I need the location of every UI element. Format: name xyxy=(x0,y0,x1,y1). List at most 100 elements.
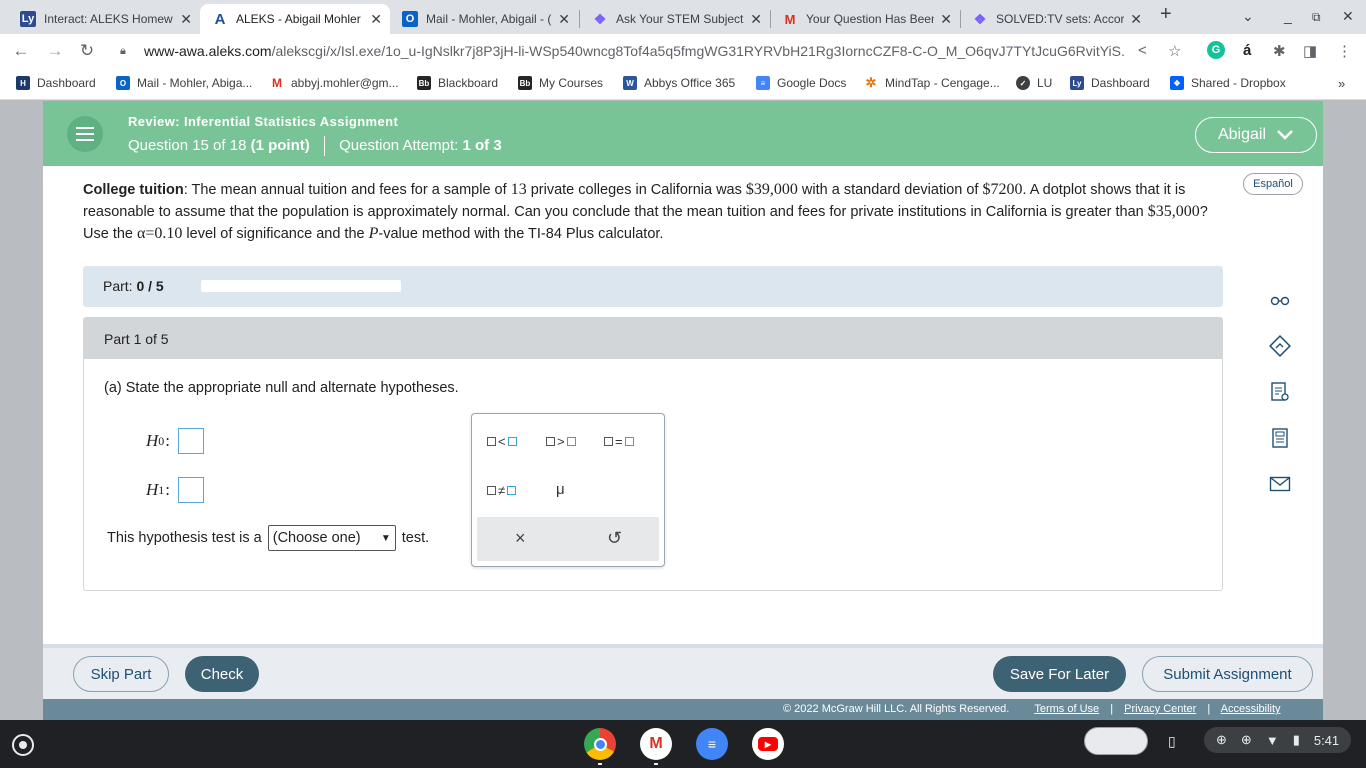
more-bookmarks-icon[interactable]: » xyxy=(1338,76,1345,91)
hamburger-menu-icon[interactable] xyxy=(67,116,103,152)
share-icon[interactable]: < xyxy=(1138,42,1147,59)
status-area[interactable]: ⊕ ⊕ ▼ ▮ 5:41 xyxy=(1204,727,1352,753)
h0-answer-box[interactable] xyxy=(178,428,205,454)
part-instruction: (a) State the appropriate null and alter… xyxy=(104,380,459,396)
tab-aleks-active[interactable]: A ALEKS - Abigail Mohler ✕ xyxy=(200,4,390,34)
docs-icon: ≡ xyxy=(756,76,770,90)
address-bar[interactable]: 🔒︎ www-awa.aleks.com/alekscgi/x/Isl.exe/… xyxy=(110,37,1194,65)
close-icon[interactable]: ✕ xyxy=(750,11,762,28)
user-menu-button[interactable]: Abigail xyxy=(1195,117,1317,153)
tab-aleks-home[interactable]: Ly Interact: ALEKS Homew ✕ xyxy=(8,4,200,34)
dashboard-icon: H xyxy=(16,76,30,90)
clear-icon[interactable]: × xyxy=(515,528,526,549)
aleks-a-icon: A xyxy=(214,10,226,28)
new-tab-icon[interactable]: + xyxy=(1160,3,1172,26)
browser-toolbar: ← → ↻ 🔒︎ www-awa.aleks.com/alekscgi/x/Is… xyxy=(0,34,1366,68)
tab-strip: Ly Interact: ALEKS Homew ✕ A ALEKS - Abi… xyxy=(0,0,1366,34)
add-icon: ⊕ xyxy=(1216,732,1227,747)
greater-than-key[interactable]: > xyxy=(546,434,576,449)
submit-assignment-button[interactable]: Submit Assignment xyxy=(1142,656,1313,692)
window-close-icon[interactable]: ✕ xyxy=(1342,8,1354,25)
save-for-later-button[interactable]: Save For Later xyxy=(993,656,1126,692)
url-path: /alekscgi/x/Isl.exe/1o_u-IgNslkr7j8P3jH-… xyxy=(271,43,1124,59)
bookmark-blackboard[interactable]: Bb Blackboard xyxy=(417,76,498,90)
wifi-icon: ▼ xyxy=(1265,732,1279,748)
forward-icon[interactable]: → xyxy=(44,40,66,62)
assignment-title: Review: Inferential Statistics Assignmen… xyxy=(128,114,399,129)
chevron-down-icon xyxy=(1277,130,1293,140)
gmail-icon[interactable]: M xyxy=(640,728,672,760)
bookmarks-bar: H Dashboard O Mail - Mohler, Abiga... M … xyxy=(0,68,1366,100)
close-icon[interactable]: ✕ xyxy=(940,11,952,28)
bookmark-mail[interactable]: O Mail - Mohler, Abiga... xyxy=(116,76,252,90)
bookmark-aleks-dashboard[interactable]: Ly Dashboard xyxy=(1070,76,1150,90)
gmail-icon: M xyxy=(784,11,796,27)
tab-search-icon[interactable]: ⌄ xyxy=(1242,8,1254,25)
privacy-link[interactable]: Privacy Center xyxy=(1124,703,1196,715)
youtube-icon[interactable]: ▶ xyxy=(752,728,784,760)
dropdown-arrow-icon: ▼ xyxy=(380,532,391,544)
side-panel-icon[interactable]: ◨ xyxy=(1303,42,1317,60)
bookmark-mindtap[interactable]: ✲ MindTap - Cengage... xyxy=(864,75,1000,90)
undo-icon[interactable]: ↺ xyxy=(607,528,622,549)
tray-thumbnail[interactable] xyxy=(1084,727,1148,755)
back-icon[interactable]: ← xyxy=(10,40,32,62)
bookmark-dropbox[interactable]: ❖ Shared - Dropbox xyxy=(1170,76,1286,90)
bookmark-my-courses[interactable]: Bb My Courses xyxy=(518,76,603,90)
accent-extension-icon[interactable]: á xyxy=(1243,42,1251,59)
docs-icon[interactable]: ≡ xyxy=(696,728,728,760)
reload-icon[interactable]: ↻ xyxy=(76,40,98,62)
close-icon[interactable]: ✕ xyxy=(558,11,570,28)
tab-chegg-solved[interactable]: ❖ SOLVED:TV sets: Accor ✕ xyxy=(960,4,1150,34)
tab-mail[interactable]: O Mail - Mohler, Abigail - ( ✕ xyxy=(390,4,578,34)
terms-link[interactable]: Terms of Use xyxy=(1034,703,1099,715)
minimize-icon[interactable]: _ xyxy=(1284,8,1292,24)
null-hypothesis: H0: xyxy=(146,428,205,454)
blackboard-icon: Bb xyxy=(417,76,431,90)
tab-chegg-ask[interactable]: ❖ Ask Your STEM Subject ✕ xyxy=(580,4,770,34)
answer-editor-icon[interactable] xyxy=(1267,333,1293,359)
mu-key[interactable]: μ xyxy=(556,481,565,498)
test-type-line: This hypothesis test is a (Choose one) ▼… xyxy=(107,525,429,551)
chegg-icon: ❖ xyxy=(593,10,607,27)
tab-gmail[interactable]: M Your Question Has Been ✕ xyxy=(770,4,960,34)
mail-icon[interactable] xyxy=(1267,471,1293,497)
close-icon[interactable]: ✕ xyxy=(370,11,382,28)
calculator-icon[interactable] xyxy=(1267,425,1293,451)
check-button[interactable]: Check xyxy=(185,656,259,692)
dropbox-icon: ❖ xyxy=(1170,76,1184,90)
url-host: www-awa.aleks.com xyxy=(144,43,272,59)
espanol-button[interactable]: Español xyxy=(1243,173,1303,195)
h1-answer-box[interactable] xyxy=(178,477,205,503)
bookmark-office-365[interactable]: W Abbys Office 365 xyxy=(623,76,735,90)
close-icon[interactable]: ✕ xyxy=(180,11,192,28)
bookmark-google-docs[interactable]: ≡ Google Docs xyxy=(756,76,846,90)
problem-statement: College tuition: The mean annual tuition… xyxy=(83,181,1208,242)
glasses-icon[interactable] xyxy=(1267,287,1293,313)
close-icon[interactable]: ✕ xyxy=(1130,11,1142,28)
blackboard-icon: Bb xyxy=(518,76,532,90)
data-worksheet-icon[interactable] xyxy=(1267,379,1293,405)
skip-part-button[interactable]: Skip Part xyxy=(73,656,169,692)
more-menu-icon[interactable]: ⋮ xyxy=(1337,42,1352,60)
test-type-select[interactable]: (Choose one) ▼ xyxy=(267,525,396,551)
chrome-icon[interactable] xyxy=(584,728,616,760)
not-equal-key[interactable]: ≠ xyxy=(487,483,517,498)
less-than-key[interactable]: < xyxy=(487,434,517,449)
grammarly-icon[interactable]: G xyxy=(1207,41,1225,59)
launcher-icon[interactable] xyxy=(12,734,34,756)
question-info: Question 15 of 18 (1 point) Question Att… xyxy=(128,136,502,156)
phone-hub-icon[interactable]: ▯ xyxy=(1168,733,1176,750)
equals-key[interactable]: = xyxy=(604,434,634,449)
extensions-puzzle-icon[interactable]: ✱ xyxy=(1273,42,1286,60)
bookmark-dashboard[interactable]: H Dashboard xyxy=(16,76,96,90)
bookmark-star-icon[interactable]: ☆ xyxy=(1168,42,1181,60)
accessibility-link[interactable]: Accessibility xyxy=(1221,703,1281,715)
restore-icon[interactable]: ⧉ xyxy=(1312,10,1321,25)
aleks-header: Review: Inferential Statistics Assignmen… xyxy=(43,101,1323,166)
word-icon: W xyxy=(623,76,637,90)
lu-icon: ✓ xyxy=(1016,76,1030,90)
bookmark-gmail[interactable]: M abbyj.mohler@gm... xyxy=(270,76,399,90)
bookmark-lu[interactable]: ✓ LU xyxy=(1016,76,1052,90)
mindtap-icon: ✲ xyxy=(865,75,877,90)
